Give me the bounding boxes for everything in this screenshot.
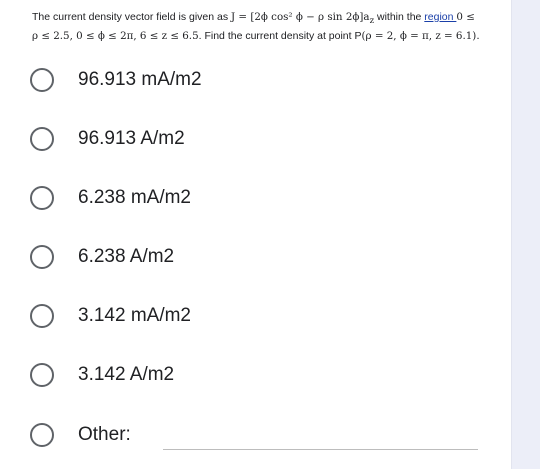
- question-line1-suffix: 0 ≤: [456, 11, 475, 23]
- radio-button[interactable]: [30, 186, 54, 210]
- option-label: 6.238 A/m2: [78, 246, 175, 267]
- question-instruction: . Find the current density at point P: [198, 30, 362, 43]
- radio-button[interactable]: [30, 363, 54, 387]
- option-label: Other:: [78, 424, 131, 445]
- question-middle: within the: [374, 11, 425, 23]
- option-6-238-a[interactable]: 6.238 A/m2: [30, 240, 174, 274]
- radio-button[interactable]: [30, 245, 54, 269]
- option-label: 96.913 mA/m2: [78, 69, 202, 90]
- option-label: 3.142 A/m2: [78, 364, 175, 385]
- radio-button[interactable]: [30, 127, 54, 151]
- option-6-238-ma[interactable]: 6.238 mA/m2: [30, 181, 191, 215]
- radio-button[interactable]: [30, 68, 54, 92]
- option-label: 3.142 mA/m2: [78, 305, 191, 326]
- question-line-1: The current density vector field is give…: [32, 10, 502, 29]
- option-label: 96.913 A/m2: [78, 128, 185, 149]
- option-96-913-ma[interactable]: 96.913 mA/m2: [30, 63, 202, 97]
- question-line-2: ρ ≤ 2.5, 0 ≤ ϕ ≤ 2π, 6 ≤ z ≤ 6.5. Find t…: [32, 29, 502, 44]
- question-region-math: ρ ≤ 2.5, 0 ≤ ϕ ≤ 2π, 6 ≤ z ≤ 6.5: [32, 30, 199, 43]
- question-formula: J = [2ϕ cos² ϕ − ρ sin 2ϕ]a: [231, 11, 370, 23]
- question-text: The current density vector field is give…: [32, 10, 502, 44]
- question-intro: The current density vector field is give…: [32, 11, 232, 23]
- other-text-input[interactable]: [163, 449, 478, 450]
- question-point: (ρ = 2, ϕ = π, z = 6.1).: [361, 30, 480, 43]
- region-link[interactable]: region: [424, 11, 456, 23]
- side-panel: [511, 0, 540, 469]
- option-label: 6.238 mA/m2: [78, 187, 191, 208]
- radio-button[interactable]: [30, 304, 54, 328]
- option-3-142-a[interactable]: 3.142 A/m2: [30, 358, 174, 392]
- radio-button[interactable]: [30, 423, 54, 447]
- form-page: The current density vector field is give…: [0, 0, 540, 469]
- option-3-142-ma[interactable]: 3.142 mA/m2: [30, 299, 191, 333]
- option-96-913-a[interactable]: 96.913 A/m2: [30, 122, 185, 156]
- option-other[interactable]: Other:: [30, 418, 131, 452]
